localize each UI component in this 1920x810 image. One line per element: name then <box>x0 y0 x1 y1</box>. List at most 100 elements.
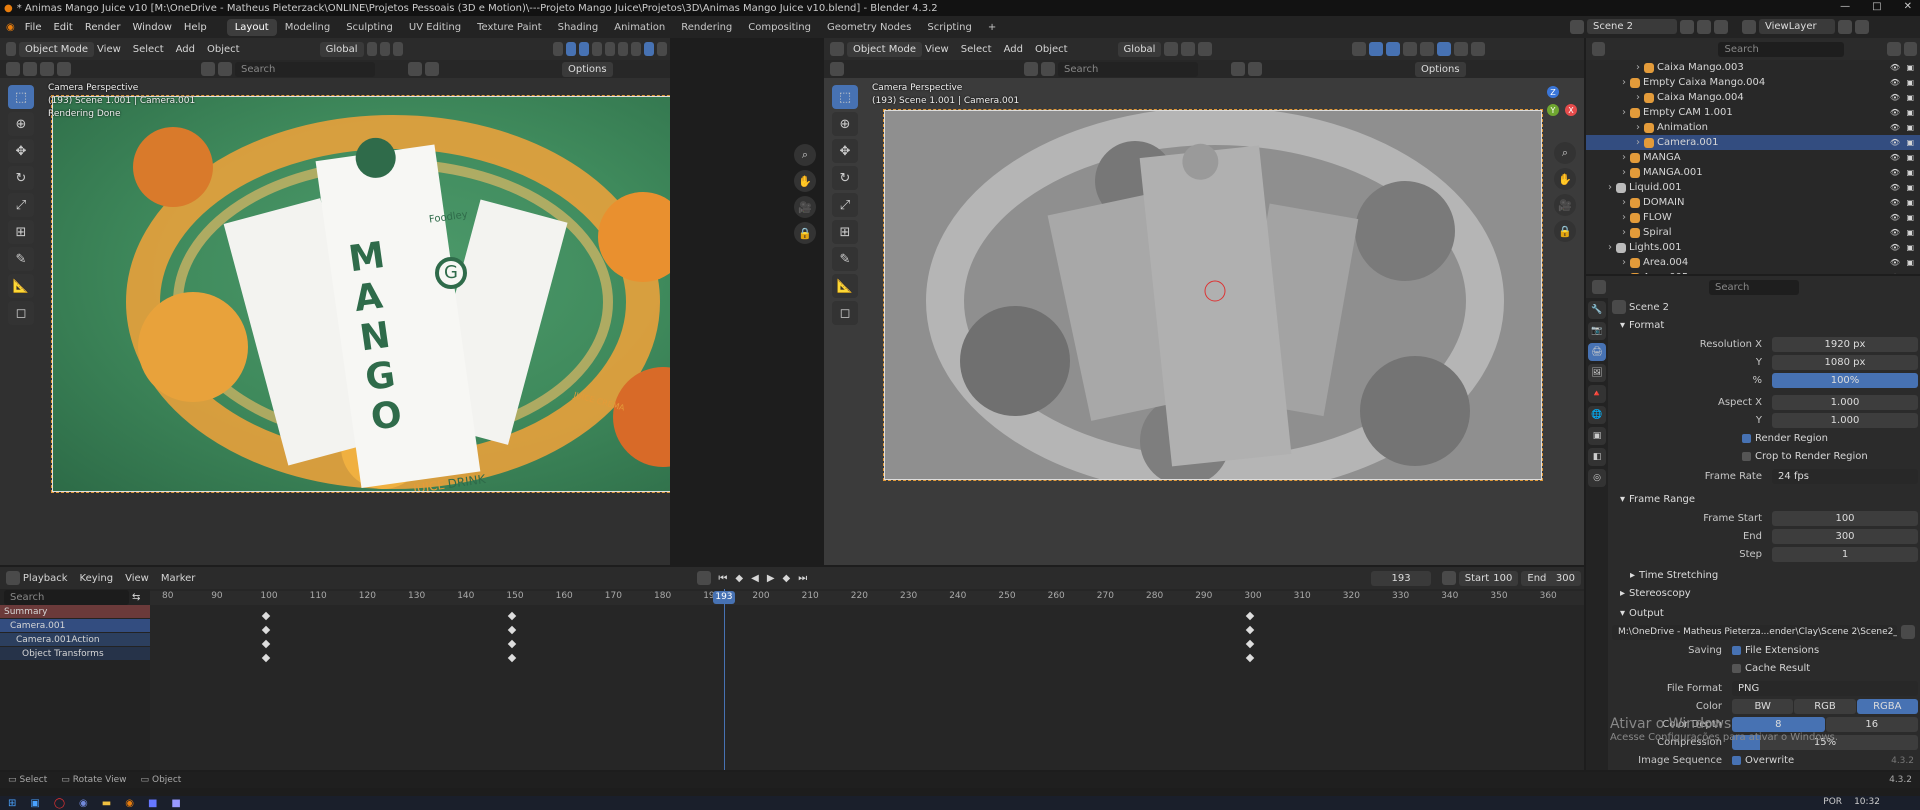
chevron-right-icon[interactable]: › <box>1622 272 1626 274</box>
menu-add[interactable]: Add <box>176 44 195 55</box>
blender-taskbar-icon[interactable]: ◉ <box>125 798 134 809</box>
record-icon[interactable] <box>697 571 712 585</box>
editor-type-icon[interactable] <box>6 42 17 56</box>
render-toggle-icon[interactable]: ▣ <box>1906 198 1914 207</box>
scene-tab-icon[interactable]: 🔺 <box>1588 385 1606 403</box>
sort-icon[interactable] <box>408 62 422 76</box>
chevron-right-icon[interactable]: › <box>1622 197 1626 208</box>
playhead-label[interactable]: 193 <box>712 591 735 604</box>
rotate-tool-icon[interactable]: ↻ <box>8 166 34 190</box>
collection-icon[interactable] <box>201 62 215 76</box>
chevron-right-icon[interactable]: › <box>1622 212 1626 223</box>
view-layer-tab-icon[interactable]: 🖼 <box>1588 364 1606 382</box>
render-region-checkbox[interactable]: Render Region <box>1612 430 1918 446</box>
editor-type-icon[interactable] <box>6 571 20 585</box>
properties-search-input[interactable]: Search <box>1709 279 1799 295</box>
measure-tool-icon[interactable]: 📐 <box>8 274 34 298</box>
jump-end-icon[interactable]: ⏭ <box>798 573 807 584</box>
tab-layout[interactable]: Layout <box>226 18 277 36</box>
depth-16-button[interactable]: 16 <box>1825 716 1918 732</box>
render-tab-icon[interactable]: 📷 <box>1588 322 1606 340</box>
color-bw-button[interactable]: BW <box>1732 698 1794 714</box>
channel-row[interactable]: Summary <box>0 605 150 618</box>
viewport-search-input[interactable]: Search <box>1058 61 1198 77</box>
res-pct-field[interactable]: 100% <box>1772 372 1918 388</box>
tab-compositing[interactable]: Compositing <box>740 19 819 36</box>
add-workspace-button[interactable]: + <box>980 19 1004 36</box>
eye-icon[interactable]: 👁 <box>1890 78 1900 87</box>
overlay-toggle-icon[interactable] <box>578 42 589 56</box>
chevron-right-icon[interactable]: › <box>1622 107 1626 118</box>
play-icon[interactable]: ▶ <box>767 573 775 584</box>
channel-search-input[interactable]: Search <box>4 589 129 605</box>
crop-region-checkbox[interactable]: Crop to Render Region <box>1612 448 1918 464</box>
render-toggle-icon[interactable]: ▣ <box>1906 258 1914 267</box>
editor-type-icon[interactable] <box>1592 42 1606 56</box>
select-mode-icon[interactable] <box>57 62 71 76</box>
outliner-item[interactable]: › Empty Caixa Mango.004 👁 ▣ <box>1586 75 1920 90</box>
clock-icon[interactable] <box>1441 571 1456 585</box>
frame-start-field[interactable]: 100 <box>1772 510 1918 526</box>
delete-scene-icon[interactable] <box>1714 19 1728 34</box>
menu-select[interactable]: Select <box>961 44 992 55</box>
stereoscopy-panel-header[interactable]: ▸ Stereoscopy <box>1612 584 1918 602</box>
format-panel-header[interactable]: ▾ Format <box>1612 316 1918 334</box>
folder-icon[interactable] <box>1901 625 1915 639</box>
tab-animation[interactable]: Animation <box>606 19 673 36</box>
zoom-icon[interactable]: ⌕ <box>1554 142 1576 164</box>
viewport-right[interactable]: Object Mode View Select Add Object Globa… <box>824 38 1584 565</box>
annotate-tool-icon[interactable]: ✎ <box>832 247 858 271</box>
explorer-icon[interactable]: ▣ <box>30 798 39 809</box>
add-cube-tool-icon[interactable]: ◻ <box>832 301 858 325</box>
shading-material-icon[interactable] <box>630 42 641 56</box>
scale-tool-icon[interactable]: ⤢ <box>832 193 858 217</box>
menu-edit[interactable]: Edit <box>53 22 72 33</box>
outliner-item[interactable]: › FLOW 👁 ▣ <box>1586 210 1920 225</box>
prev-key-icon[interactable]: ◆ <box>735 573 743 584</box>
visibility-icon[interactable] <box>552 42 563 56</box>
zoom-icon[interactable]: ⌕ <box>794 144 816 166</box>
res-y-field[interactable]: 1080 px <box>1772 354 1918 370</box>
aspect-x-field[interactable]: 1.000 <box>1772 394 1918 410</box>
chevron-right-icon[interactable]: › <box>1636 122 1640 133</box>
move-tool-icon[interactable]: ✥ <box>832 139 858 163</box>
measure-tool-icon[interactable]: 📐 <box>832 274 858 298</box>
viewport-left[interactable]: Object Mode View Select Add Object Globa… <box>0 38 670 565</box>
transform-tool-icon[interactable]: ⊞ <box>832 220 858 244</box>
tab-sculpting[interactable]: Sculpting <box>338 19 401 36</box>
opera-icon[interactable]: ◯ <box>54 798 65 809</box>
mode-dropdown[interactable]: Object Mode <box>19 41 95 57</box>
lock-camera-icon[interactable]: 🔒 <box>1554 220 1576 242</box>
chevron-right-icon[interactable]: › <box>1622 167 1626 178</box>
menu-render[interactable]: Render <box>85 22 121 33</box>
pan-hand-icon[interactable]: ✋ <box>1554 168 1576 190</box>
chevron-right-icon[interactable]: › <box>1636 92 1640 103</box>
outliner-item[interactable]: › MANGA 👁 ▣ <box>1586 150 1920 165</box>
end-frame-field[interactable]: End 300 <box>1521 570 1581 586</box>
file-extensions-checkbox[interactable]: File Extensions <box>1732 645 1819 656</box>
chevron-right-icon[interactable]: › <box>1622 77 1626 88</box>
menu-file[interactable]: File <box>25 22 42 33</box>
cache-result-checkbox[interactable]: Cache Result <box>1612 660 1918 676</box>
shading-rendered-icon[interactable] <box>1471 42 1486 56</box>
windows-start-icon[interactable]: ⊞ <box>8 798 16 809</box>
keyframe-marker[interactable] <box>508 625 517 635</box>
eye-icon[interactable]: 👁 <box>1890 273 1900 274</box>
chevron-right-icon[interactable]: › <box>1608 182 1612 193</box>
select-tool-icon[interactable]: ⬚ <box>832 85 858 109</box>
tab-modeling[interactable]: Modeling <box>277 19 339 36</box>
chevron-right-icon[interactable]: › <box>1608 242 1612 253</box>
visibility-icon[interactable] <box>1352 42 1367 56</box>
pivot-icon[interactable] <box>1164 42 1179 56</box>
output-path-field[interactable]: M:\OneDrive - Matheus Pieterza...ender\C… <box>1612 624 1897 640</box>
render-toggle-icon[interactable]: ▣ <box>1906 123 1914 132</box>
new-collection-icon[interactable] <box>1903 42 1917 56</box>
keyframe-marker[interactable] <box>1246 639 1255 649</box>
keyframe-marker[interactable] <box>1246 611 1255 621</box>
select-mode-icon[interactable] <box>23 62 37 76</box>
gizmo-z[interactable]: Z <box>1547 86 1559 98</box>
eye-icon[interactable]: 👁 <box>1890 228 1900 237</box>
outliner-item[interactable]: › DOMAIN 👁 ▣ <box>1586 195 1920 210</box>
eye-icon[interactable]: 👁 <box>1890 213 1900 222</box>
menu-view[interactable]: View <box>97 44 121 55</box>
